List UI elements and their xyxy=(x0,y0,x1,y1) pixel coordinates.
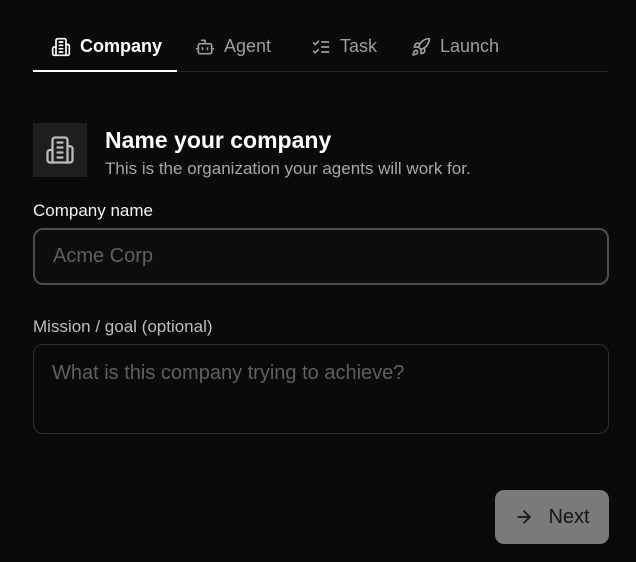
mission-textarea[interactable] xyxy=(33,344,609,434)
bot-icon xyxy=(195,39,215,55)
rocket-icon xyxy=(412,37,431,56)
company-name-input[interactable] xyxy=(33,228,609,285)
building-icon xyxy=(51,37,71,56)
list-checks-icon xyxy=(312,39,330,54)
building-icon xyxy=(46,136,74,164)
company-name-label: Company name xyxy=(33,201,154,220)
wizard-tabs: Company Agent Task Launch xyxy=(33,22,609,72)
tab-company[interactable]: Company xyxy=(33,22,177,72)
tab-label: Task xyxy=(340,36,378,56)
onboarding-wizard: Company Agent Task Launch Name your comp… xyxy=(0,0,636,562)
tab-task[interactable]: Task xyxy=(311,22,377,71)
next-button-label: Next xyxy=(548,505,590,528)
arrow-right-icon xyxy=(517,510,532,524)
tab-label: Company xyxy=(80,36,163,56)
next-button[interactable]: Next xyxy=(495,490,609,544)
mission-label: Mission / goal (optional) xyxy=(33,317,213,336)
company-header-icon-box xyxy=(33,123,87,177)
tab-label: Agent xyxy=(224,36,272,56)
tab-label: Launch xyxy=(440,36,500,56)
page-subtitle: This is the organization your agents wil… xyxy=(105,159,471,178)
page-title: Name your company xyxy=(105,127,332,153)
tab-agent[interactable]: Agent xyxy=(195,22,271,71)
tab-launch[interactable]: Launch xyxy=(411,22,499,71)
